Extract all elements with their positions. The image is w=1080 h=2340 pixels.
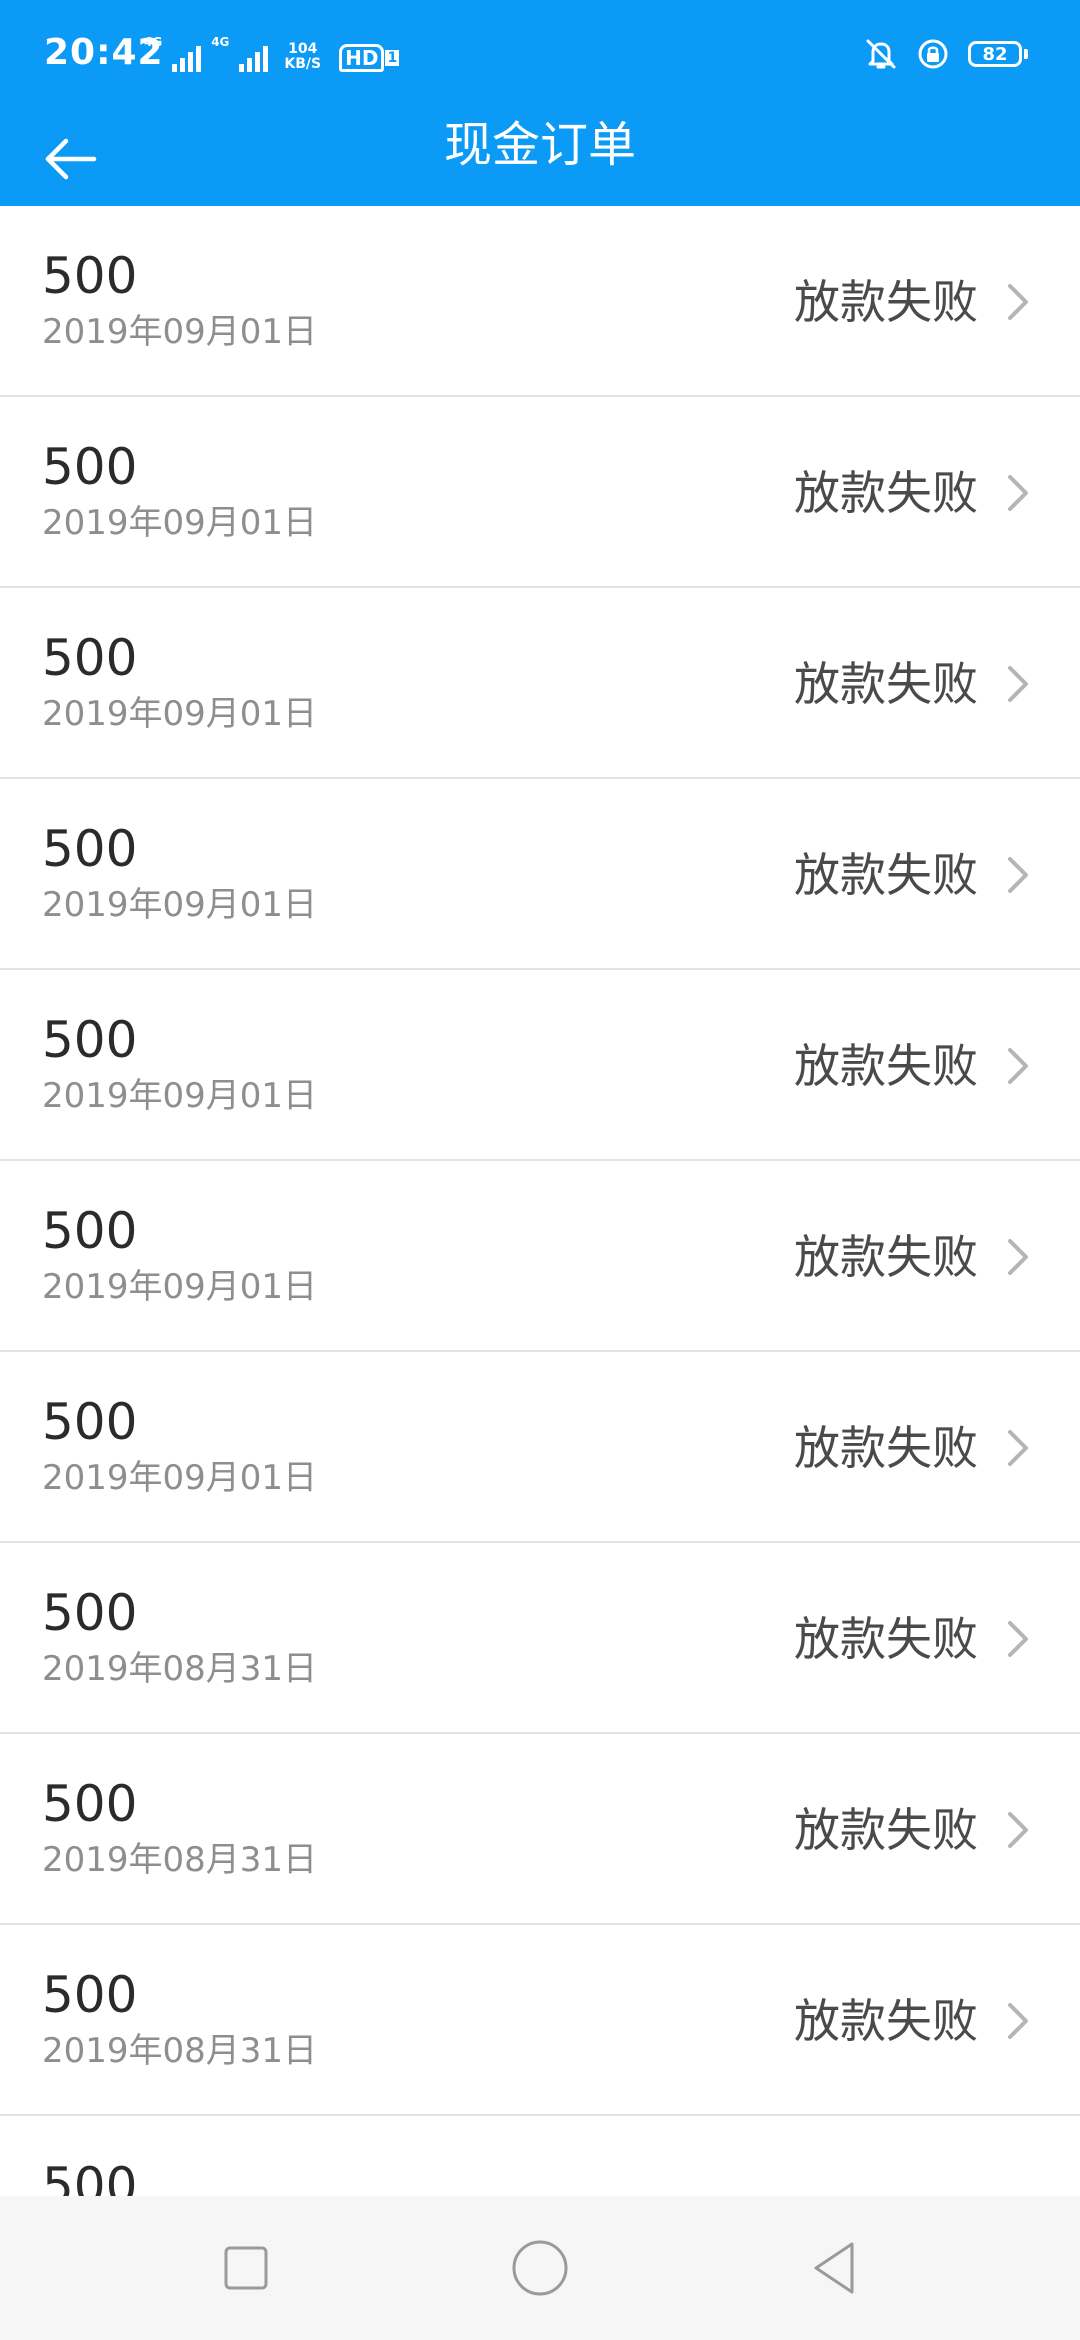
order-status: 放款失败 (794, 1039, 978, 1093)
order-row[interactable]: 500 2019年08月31日 放款失败 (0, 1734, 1080, 1925)
battery-icon: 82 (968, 41, 1028, 67)
order-amount: 500 (42, 247, 138, 305)
chevron-right-icon (1008, 1430, 1028, 1466)
bell-muted-icon (866, 39, 896, 69)
order-row[interactable]: 500 2019年09月01日 放款失败 (0, 397, 1080, 588)
order-amount: 500 (42, 438, 138, 496)
network-type-label: 4G (144, 35, 163, 49)
status-right-icons: 82 (864, 36, 1028, 72)
order-amount: 500 (42, 1775, 138, 1833)
order-row[interactable]: 500 2019年09月01日 放款失败 (0, 1161, 1080, 1352)
chevron-right-icon (1008, 1048, 1028, 1084)
app-header: 现金订单 (0, 112, 1080, 206)
order-date: 2019年09月01日 (42, 312, 318, 352)
status-bar: 20:42 4G 4G 104 KB/S HD 1 82 (0, 0, 1080, 112)
order-status: 放款失败 (794, 1803, 978, 1857)
order-list: 500 2019年09月01日 放款失败 500 2019年09月01日 放款失败 500 2… (0, 206, 1080, 2196)
hd-voice-icon: HD 1 (339, 44, 400, 72)
order-amount: 500 (42, 2157, 138, 2196)
rotation-lock-icon (918, 39, 948, 69)
order-status: 放款失败 (794, 848, 978, 902)
order-status: 放款失败 (794, 275, 978, 329)
order-amount: 500 (42, 1584, 138, 1642)
page-title: 现金订单 (443, 117, 636, 173)
order-date: 2019年09月01日 (42, 1458, 318, 1498)
order-status: 放款失败 (794, 1994, 978, 2048)
order-date: 2019年09月01日 (42, 885, 318, 925)
order-date: 2019年09月01日 (42, 1267, 318, 1307)
chevron-right-icon (1008, 2003, 1028, 2039)
order-row[interactable]: 500 (0, 2116, 1080, 2196)
order-amount: 500 (42, 629, 138, 687)
circle-icon (512, 2240, 568, 2296)
square-icon (224, 2246, 268, 2290)
system-back-button[interactable] (794, 2232, 874, 2304)
triangle-back-icon (814, 2242, 854, 2294)
order-date: 2019年09月01日 (42, 503, 318, 543)
order-row[interactable]: 500 2019年09月01日 放款失败 (0, 1352, 1080, 1543)
order-amount: 500 (42, 1393, 138, 1451)
order-row[interactable]: 500 2019年09月01日 放款失败 (0, 206, 1080, 397)
order-date: 2019年09月01日 (42, 1076, 318, 1116)
order-date: 2019年09月01日 (42, 694, 318, 734)
order-date: 2019年08月31日 (42, 1649, 318, 1689)
order-amount: 500 (42, 1011, 138, 1069)
status-left-icons: 4G 4G 104 KB/S HD 1 (144, 35, 400, 72)
order-status: 放款失败 (794, 657, 978, 711)
cash-orders-screen: 20:42 4G 4G 104 KB/S HD 1 82 现金订单 500 20… (0, 0, 1080, 2340)
chevron-right-icon (1008, 1621, 1028, 1657)
battery-level: 82 (968, 41, 1022, 67)
top-bar: 20:42 4G 4G 104 KB/S HD 1 82 现金订单 (0, 0, 1080, 206)
chevron-right-icon (1008, 475, 1028, 511)
signal-strength-icon (239, 44, 269, 72)
hd-label: HD (339, 44, 385, 72)
order-row[interactable]: 500 2019年08月31日 放款失败 (0, 1925, 1080, 2116)
chevron-right-icon (1008, 1239, 1028, 1275)
system-navigation-bar (0, 2196, 1080, 2340)
chevron-right-icon (1008, 284, 1028, 320)
hd-sub-label: 1 (385, 50, 400, 66)
order-status: 放款失败 (794, 1230, 978, 1284)
chevron-right-icon (1008, 1812, 1028, 1848)
order-amount: 500 (42, 1202, 138, 1260)
order-row[interactable]: 500 2019年09月01日 放款失败 (0, 779, 1080, 970)
network-speed-value: 104 (288, 41, 318, 57)
arrow-left-icon (45, 138, 97, 180)
chevron-right-icon (1008, 857, 1028, 893)
order-date: 2019年08月31日 (42, 2031, 318, 2071)
network-speed: 104 KB/S (284, 42, 321, 72)
order-amount: 500 (42, 1966, 138, 2024)
recent-apps-button[interactable] (206, 2232, 286, 2304)
order-status: 放款失败 (794, 1612, 978, 1666)
order-status: 放款失败 (794, 466, 978, 520)
home-button[interactable] (500, 2232, 580, 2304)
order-amount: 500 (42, 820, 138, 878)
order-status: 放款失败 (794, 1421, 978, 1475)
order-row[interactable]: 500 2019年09月01日 放款失败 (0, 588, 1080, 779)
network-speed-unit: KB/S (284, 56, 322, 72)
chevron-right-icon (1008, 666, 1028, 702)
back-button[interactable] (30, 124, 110, 194)
network-type-label: 4G (211, 35, 230, 49)
signal-strength-icon (172, 44, 202, 72)
order-row[interactable]: 500 2019年09月01日 放款失败 (0, 970, 1080, 1161)
order-date: 2019年08月31日 (42, 1840, 318, 1880)
order-row[interactable]: 500 2019年08月31日 放款失败 (0, 1543, 1080, 1734)
